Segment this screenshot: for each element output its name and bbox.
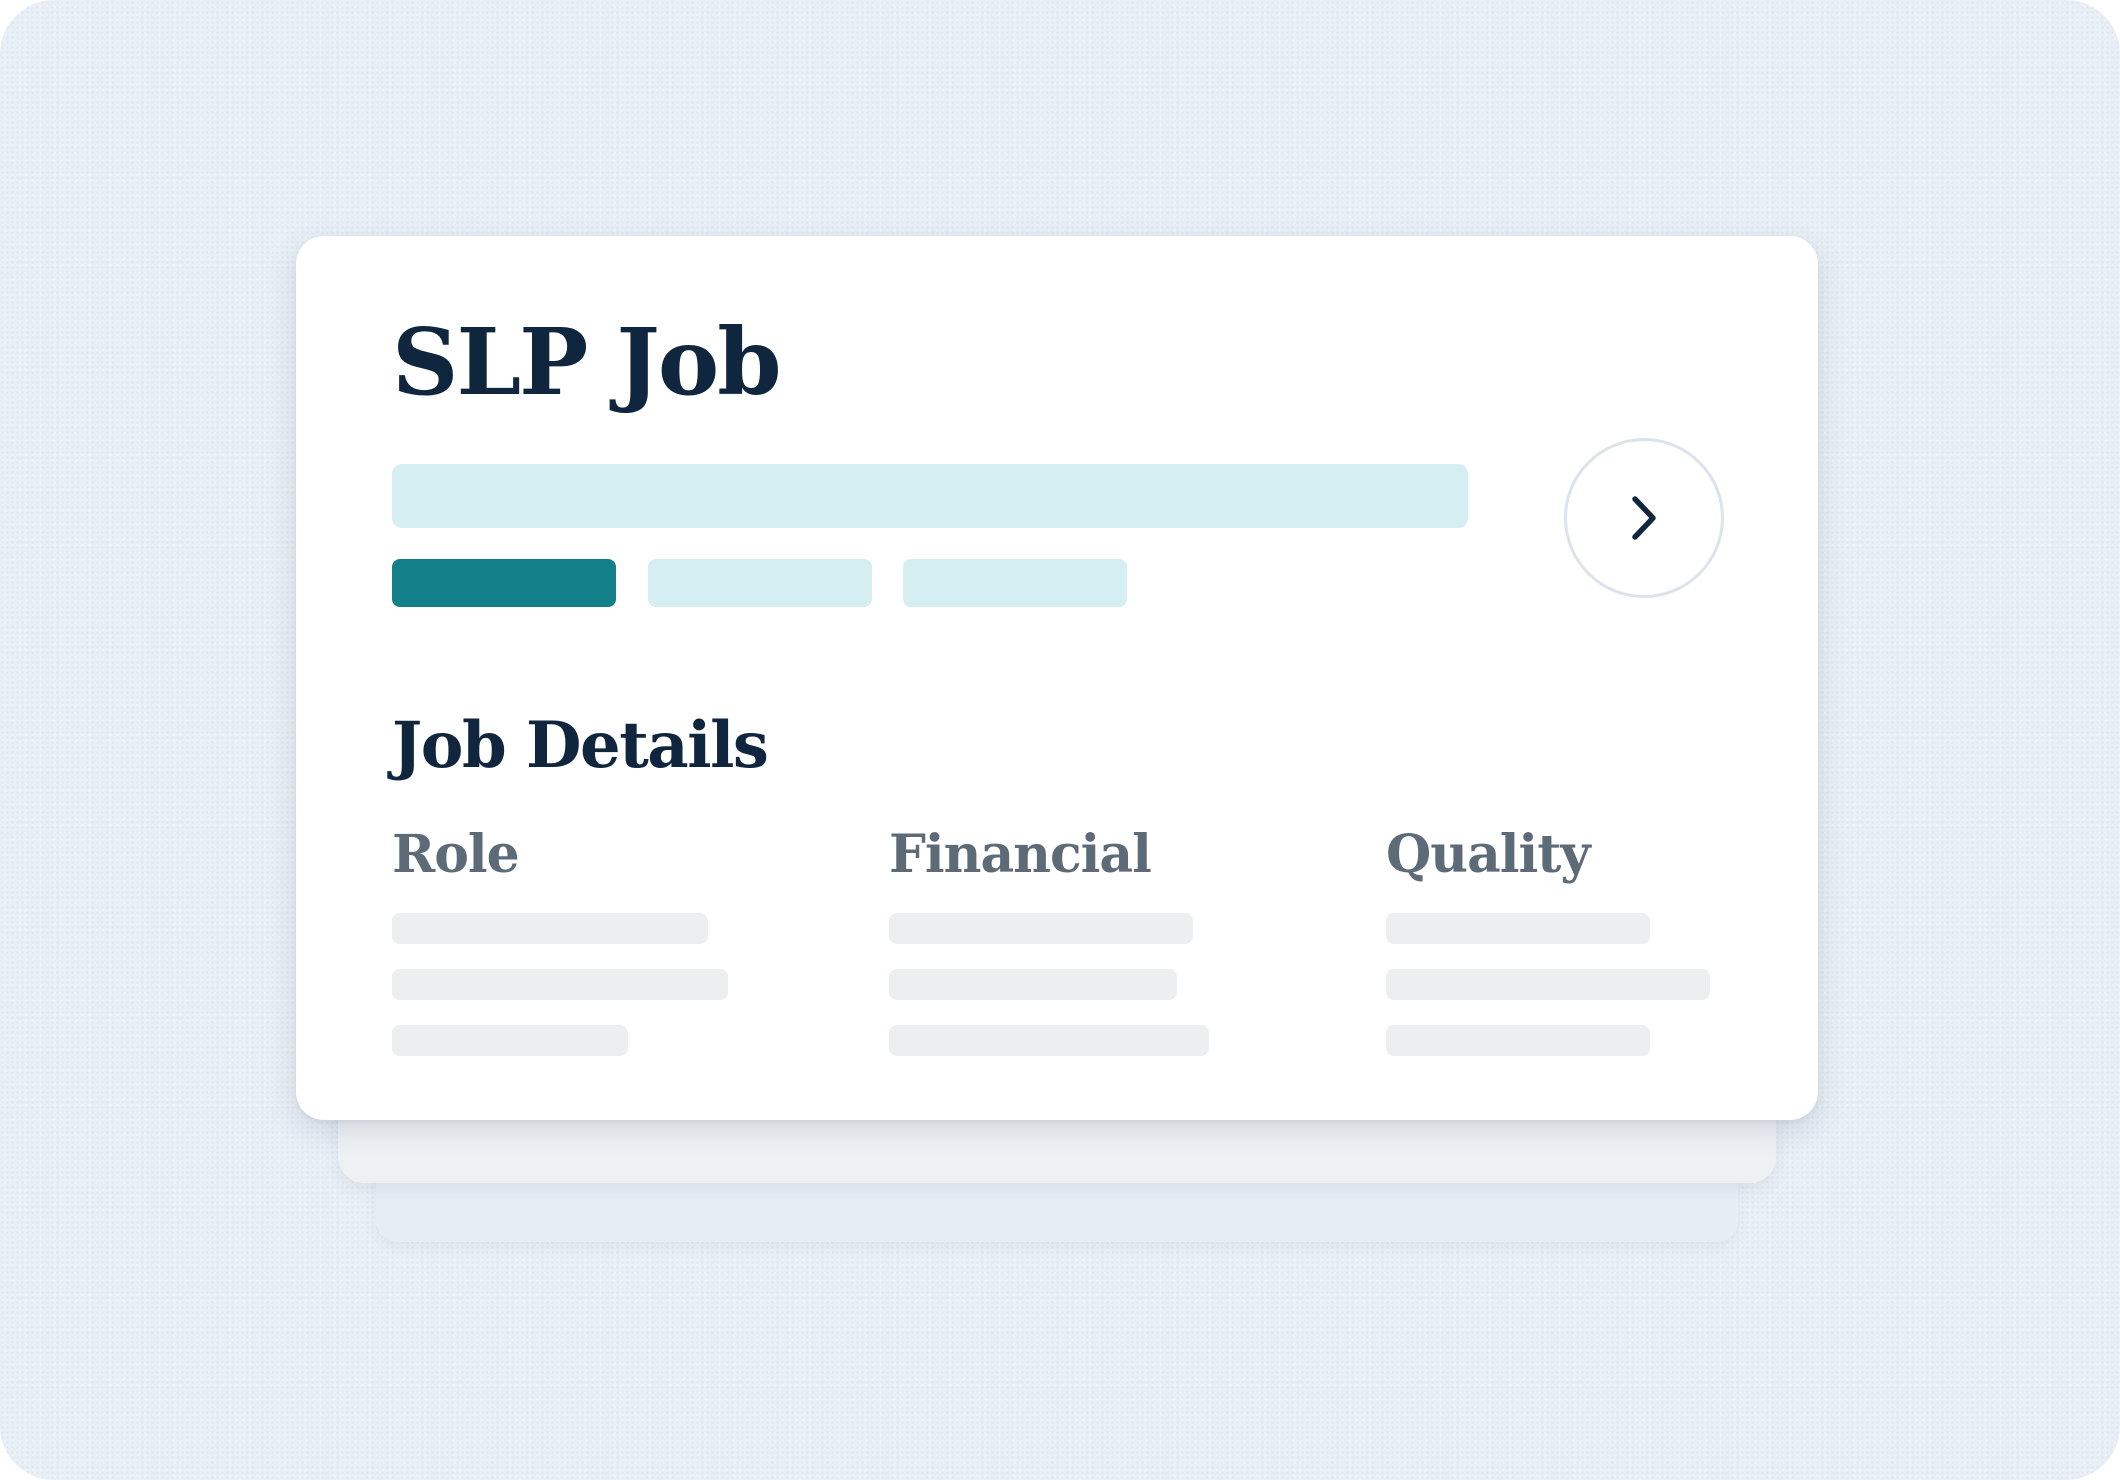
tag-placeholder-active [392, 559, 616, 607]
tag-placeholder [648, 559, 872, 607]
role-placeholder-line [392, 969, 728, 1000]
role-placeholder-line [392, 913, 708, 944]
financial-placeholder-line [889, 969, 1177, 1000]
role-placeholder-line [392, 1025, 628, 1056]
quality-placeholder-line [1386, 1025, 1650, 1056]
job-card[interactable]: SLP Job Job Details Role Financial Quali… [296, 236, 1818, 1120]
background-panel: SLP Job Job Details Role Financial Quali… [0, 0, 2120, 1480]
title-placeholder-bar [392, 464, 1468, 528]
financial-column-heading: Financial [889, 824, 1152, 885]
job-details-heading: Job Details [392, 708, 769, 783]
quality-placeholder-line [1386, 969, 1710, 1000]
quality-placeholder-line [1386, 913, 1650, 944]
role-column-heading: Role [392, 824, 520, 885]
tag-placeholder [903, 559, 1127, 607]
chevron-right-icon [1632, 496, 1656, 540]
quality-column-heading: Quality [1386, 824, 1591, 885]
job-title: SLP Job [392, 308, 782, 416]
next-button[interactable] [1564, 438, 1724, 598]
financial-placeholder-line [889, 1025, 1209, 1056]
financial-placeholder-line [889, 913, 1193, 944]
